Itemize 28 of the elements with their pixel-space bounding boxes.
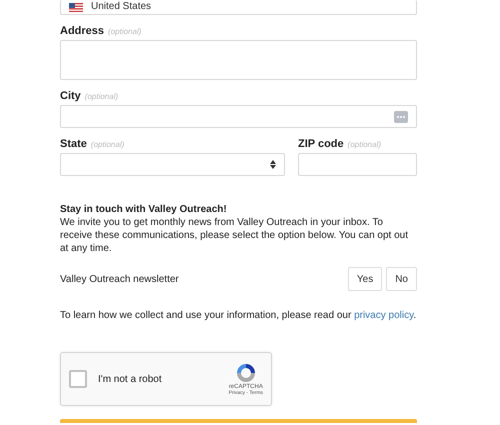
option-button[interactable]: No (386, 267, 417, 291)
optional-hint: (optional) (84, 92, 118, 101)
flag-icon (69, 3, 83, 12)
address-field[interactable] (60, 40, 417, 80)
field-label: City (60, 90, 81, 102)
field-label: ZIP code (298, 138, 344, 150)
checkbox[interactable] (69, 370, 87, 388)
optional-hint: (optional) (90, 140, 124, 149)
state-select[interactable] (60, 153, 285, 176)
optional-hint: (optional) (348, 140, 382, 149)
section-heading: Stay in touch with Valley Outreach! (60, 204, 228, 215)
submit-button-edge[interactable] (60, 419, 417, 423)
field-label: State (60, 138, 87, 150)
checkbox-label: I'm not a robot (98, 374, 163, 384)
description-text: We invite you to get monthly news from Valley Outreach in your inbox. To receive these communications, please select the option below. You can opt out at any time. (60, 216, 410, 255)
field-label: Address (60, 25, 104, 37)
privacy-link[interactable]: privacy policy (354, 310, 414, 321)
text-field[interactable] (60, 105, 417, 128)
country-select[interactable]: United States (60, 0, 417, 15)
sort-arrows-icon (270, 160, 276, 169)
text-field[interactable] (298, 153, 417, 176)
field-value: United States (91, 2, 152, 12)
newsletter-label: Valley Outreach newsletter (60, 274, 179, 284)
autofill-icon[interactable] (394, 110, 408, 122)
option-button[interactable]: Yes (348, 267, 382, 291)
optional-hint: (optional) (108, 27, 142, 36)
privacy-text: To learn how we collect and use your information, please read our privacy policy. (60, 309, 417, 322)
recaptcha-logo-icon (234, 362, 257, 384)
